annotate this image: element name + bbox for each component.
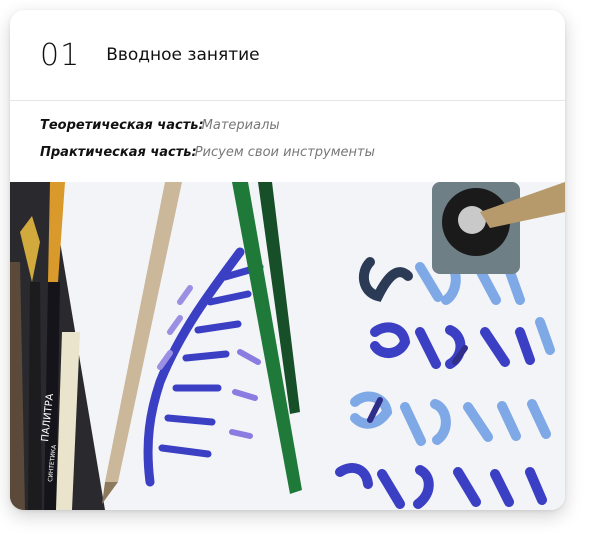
lesson-number: 01 xyxy=(40,37,81,73)
calligraphy-illustration: ПАЛИТРА СИНТЕТИКА xyxy=(10,182,565,510)
theory-value: Материалы xyxy=(201,118,280,133)
lesson-photo: ПАЛИТРА СИНТЕТИКА xyxy=(10,182,565,510)
detail-row-theory: Теоретическая часть: Материалы xyxy=(40,118,565,145)
theory-label: Теоретическая часть: xyxy=(40,118,204,133)
practice-label: Практическая часть: xyxy=(40,145,197,160)
lesson-details: Теоретическая часть: Материалы Практичес… xyxy=(10,101,565,172)
practice-value: Рисуем свои инструменты xyxy=(194,145,375,160)
detail-row-practice: Практическая часть: Рисуем свои инструме… xyxy=(40,145,565,172)
lesson-card[interactable]: 01 Вводное занятие Теоретическая часть: … xyxy=(10,10,565,510)
lesson-title: Вводное занятие xyxy=(106,45,260,65)
lesson-header: 01 Вводное занятие xyxy=(10,10,565,101)
